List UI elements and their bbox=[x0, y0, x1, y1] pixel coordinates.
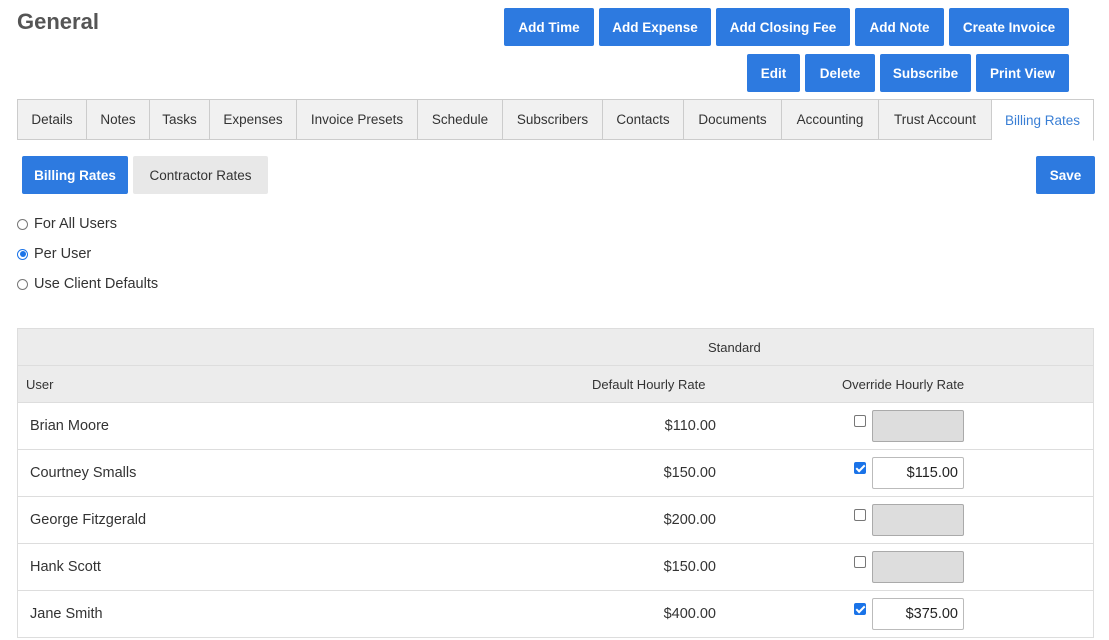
tab-contacts[interactable]: Contacts bbox=[603, 99, 684, 140]
radio-label: Use Client Defaults bbox=[34, 276, 159, 292]
override-rate-input[interactable] bbox=[872, 551, 964, 583]
tab-subscribers[interactable]: Subscribers bbox=[503, 99, 603, 140]
override-rate-input[interactable] bbox=[872, 504, 964, 536]
print-view-button[interactable]: Print View bbox=[976, 54, 1069, 92]
add-expense-button[interactable]: Add Expense bbox=[599, 8, 711, 46]
override-rate-input[interactable] bbox=[872, 457, 964, 489]
override-checkbox[interactable] bbox=[854, 556, 866, 568]
add-closing-fee-button[interactable]: Add Closing Fee bbox=[716, 8, 850, 46]
subscribe-button[interactable]: Subscribe bbox=[880, 54, 971, 92]
radio-option-use-client-defaults[interactable]: Use Client Defaults bbox=[17, 276, 158, 292]
tab-tasks[interactable]: Tasks bbox=[150, 99, 210, 140]
tab-billing-rates[interactable]: Billing Rates bbox=[992, 99, 1094, 141]
contractor-rates-subtab[interactable]: Contractor Rates bbox=[133, 156, 268, 194]
radio-use-client-defaults[interactable] bbox=[17, 278, 28, 290]
user-name: Hank Scott bbox=[30, 559, 101, 575]
group-header-standard: Standard bbox=[708, 339, 761, 355]
create-invoice-button[interactable]: Create Invoice bbox=[949, 8, 1069, 46]
radio-label: For All Users bbox=[34, 216, 117, 232]
column-header-default-rate: Default Hourly Rate bbox=[592, 376, 706, 392]
tab-bar: Details Notes Tasks Expenses Invoice Pre… bbox=[17, 99, 1094, 141]
default-rate: $150.00 bbox=[663, 559, 716, 575]
user-name: Brian Moore bbox=[30, 418, 109, 434]
tab-details[interactable]: Details bbox=[17, 99, 87, 140]
tab-schedule[interactable]: Schedule bbox=[418, 99, 503, 140]
radio-label: Per User bbox=[34, 246, 92, 262]
override-rate-input[interactable] bbox=[872, 598, 964, 630]
table-row: Jane Smith $400.00 bbox=[18, 591, 1093, 638]
default-rate: $400.00 bbox=[663, 606, 716, 622]
tab-expenses[interactable]: Expenses bbox=[210, 99, 297, 140]
radio-for-all-users[interactable] bbox=[17, 218, 28, 230]
override-rate-input[interactable] bbox=[872, 410, 964, 442]
column-header-user: User bbox=[26, 376, 54, 392]
add-note-button[interactable]: Add Note bbox=[855, 8, 944, 46]
tab-trust-account[interactable]: Trust Account bbox=[879, 99, 992, 140]
default-rate: $200.00 bbox=[663, 512, 716, 528]
radio-per-user[interactable] bbox=[17, 248, 28, 260]
override-checkbox[interactable] bbox=[854, 462, 866, 474]
default-rate: $150.00 bbox=[663, 465, 716, 481]
table-row: Hank Scott $150.00 bbox=[18, 544, 1093, 591]
save-button[interactable]: Save bbox=[1036, 156, 1095, 194]
table-row: Brian Moore $110.00 bbox=[18, 403, 1093, 450]
delete-button[interactable]: Delete bbox=[805, 54, 875, 92]
user-name: George Fitzgerald bbox=[30, 512, 147, 528]
tab-documents[interactable]: Documents bbox=[684, 99, 782, 140]
billing-rates-subtab[interactable]: Billing Rates bbox=[22, 156, 128, 194]
table-header-row: User Default Hourly Rate Override Hourly… bbox=[18, 366, 1093, 403]
tab-accounting[interactable]: Accounting bbox=[782, 99, 879, 140]
tab-invoice-presets[interactable]: Invoice Presets bbox=[297, 99, 418, 140]
override-checkbox[interactable] bbox=[854, 415, 866, 427]
user-name: Courtney Smalls bbox=[30, 465, 137, 481]
default-rate: $110.00 bbox=[664, 418, 716, 434]
radio-option-for-all-users[interactable]: For All Users bbox=[17, 216, 117, 232]
table-row: George Fitzgerald $200.00 bbox=[18, 497, 1093, 544]
radio-option-per-user[interactable]: Per User bbox=[17, 246, 91, 262]
edit-button[interactable]: Edit bbox=[747, 54, 800, 92]
override-checkbox[interactable] bbox=[854, 603, 866, 615]
billing-rates-table: Standard User Default Hourly Rate Overri… bbox=[17, 328, 1094, 638]
page-title: General bbox=[17, 9, 99, 34]
table-group-header-row: Standard bbox=[18, 329, 1093, 366]
override-checkbox[interactable] bbox=[854, 509, 866, 521]
user-name: Jane Smith bbox=[30, 606, 103, 622]
table-row: Courtney Smalls $150.00 bbox=[18, 450, 1093, 497]
add-time-button[interactable]: Add Time bbox=[504, 8, 594, 46]
column-header-override-rate: Override Hourly Rate bbox=[842, 376, 965, 392]
tab-notes[interactable]: Notes bbox=[87, 99, 150, 140]
